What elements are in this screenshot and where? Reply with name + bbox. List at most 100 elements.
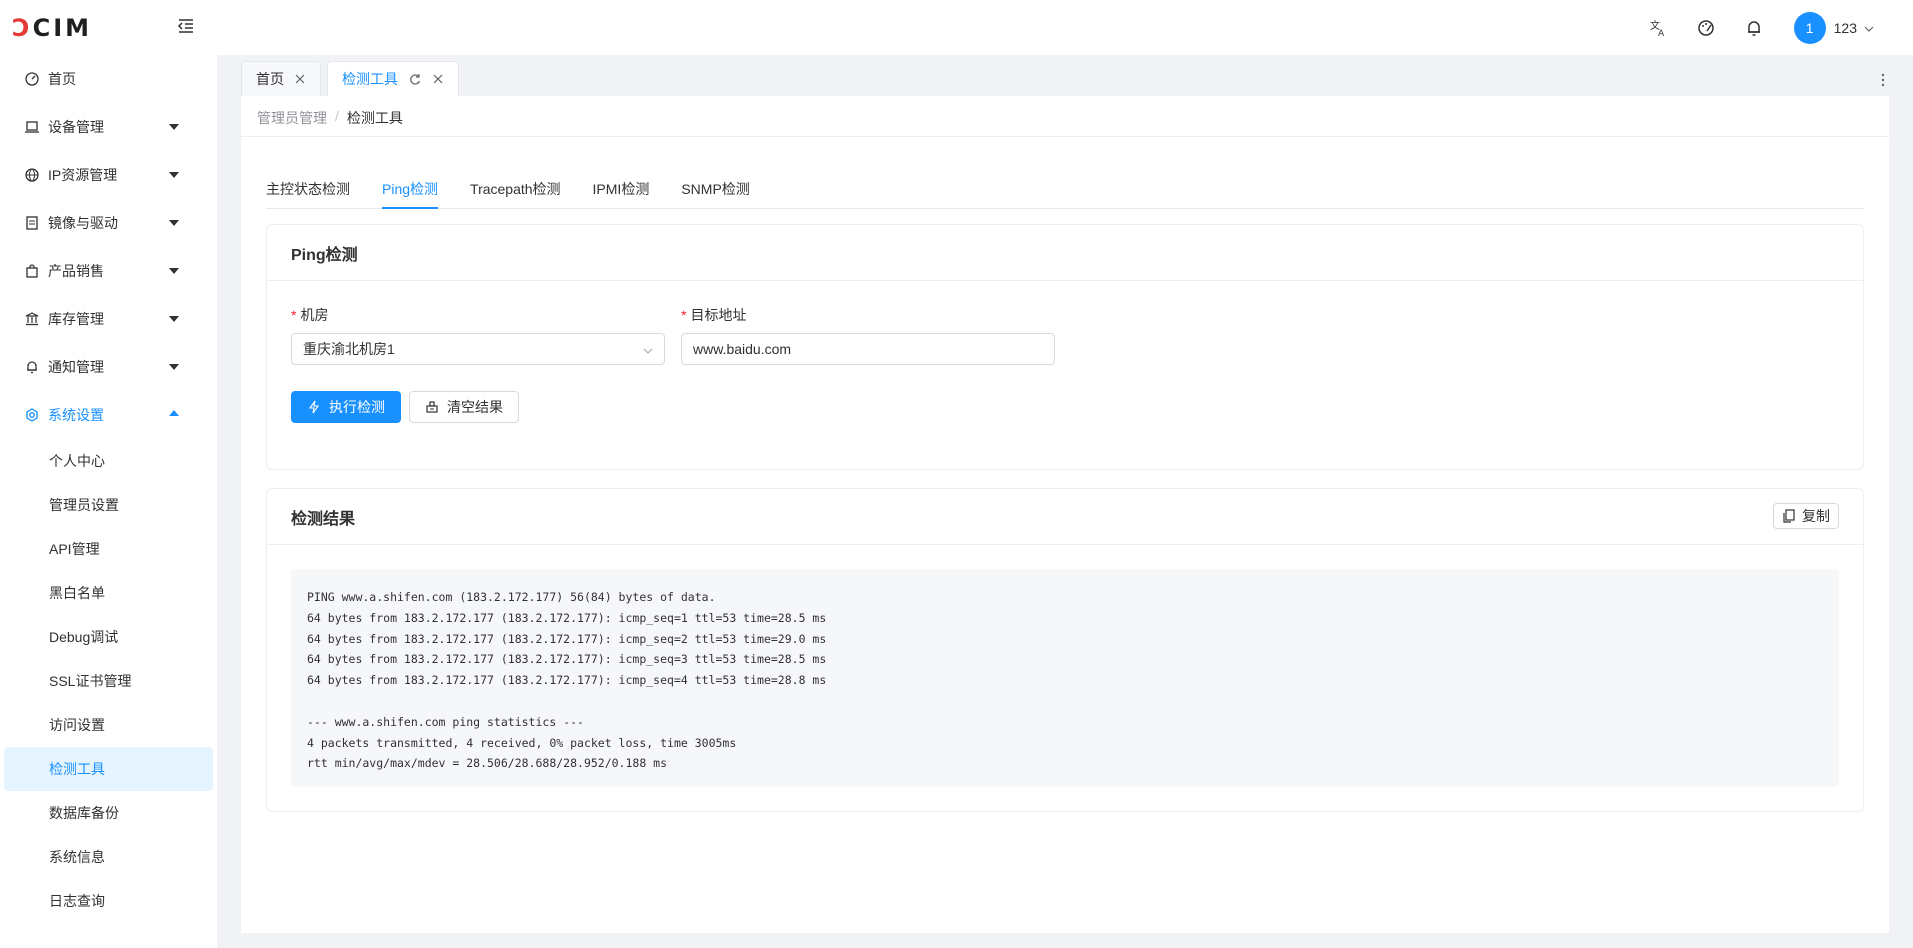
room-select-value: 重庆渝北机房1: [303, 341, 395, 357]
result-line: 4 packets transmitted, 4 received, 0% pa…: [307, 735, 737, 750]
chevron-down-icon: [642, 344, 654, 356]
svg-text:A: A: [1658, 29, 1665, 37]
run-check-label: 执行检测: [329, 399, 385, 415]
collapse-sidebar-icon[interactable]: [176, 16, 196, 36]
result-line: 64 bytes from 183.2.172.177 (183.2.172.1…: [307, 610, 827, 625]
caret-down-icon: [169, 220, 179, 226]
breadcrumb: 管理员管理 / 检测工具: [257, 108, 403, 128]
sidebar-item-devices[interactable]: 设备管理: [0, 103, 217, 151]
run-check-button[interactable]: 执行检测: [291, 391, 401, 423]
room-select[interactable]: 重庆渝北机房1: [291, 333, 665, 365]
sidebar-item-system-settings[interactable]: 系统设置: [0, 391, 217, 439]
laptop-icon: [24, 119, 40, 135]
result-line: --- www.a.shifen.com ping statistics ---: [307, 714, 584, 729]
tab-tracepath[interactable]: Tracepath检测: [470, 176, 577, 208]
app-logo[interactable]: ↃCIM: [12, 14, 92, 42]
caret-down-icon: [169, 124, 179, 130]
theme-palette-icon[interactable]: [1696, 18, 1716, 38]
result-line: 64 bytes from 183.2.172.177 (183.2.172.1…: [307, 673, 827, 688]
tab-ipmi[interactable]: IPMI检测: [593, 176, 666, 208]
tool-tabs: 主控状态检测 Ping检测 Tracepath检测 IPMI检测 SNMP检测: [266, 176, 1864, 209]
copy-button[interactable]: 复制: [1773, 503, 1839, 529]
bell-icon[interactable]: [1744, 18, 1764, 38]
target-address-input[interactable]: www.baidu.com: [681, 333, 1055, 365]
sidebar-item-notifications[interactable]: 通知管理: [0, 343, 217, 391]
sidebar-subitem-admin-settings[interactable]: 管理员设置: [0, 483, 217, 527]
sidebar-item-label: 镜像与驱动: [48, 215, 118, 231]
sidebar-subitem-profile[interactable]: 个人中心: [0, 439, 217, 483]
tab-label: 检测工具: [342, 71, 398, 87]
result-card: 检测结果 复制 PING www.a.shifen.com (183.2.172…: [266, 488, 1864, 812]
avatar[interactable]: 1: [1793, 11, 1826, 44]
shopping-icon: [24, 263, 40, 279]
sidebar-item-label: 首页: [48, 71, 76, 87]
sidebar-subitem-api[interactable]: API管理: [0, 527, 217, 571]
tab-master-status[interactable]: 主控状态检测: [266, 176, 366, 208]
target-field: * 目标地址 www.baidu.com: [681, 305, 1055, 365]
sidebar-item-sales[interactable]: 产品销售: [0, 247, 217, 295]
username[interactable]: 123: [1834, 20, 1857, 36]
sidebar-item-label: 通知管理: [48, 359, 104, 375]
sidebar-subitem-tools[interactable]: 检测工具: [4, 747, 213, 791]
result-line: rtt min/avg/max/mdev = 28.506/28.688/28.…: [307, 756, 668, 771]
sidebar-subitem-logs[interactable]: 日志查询: [0, 879, 217, 923]
caret-down-icon: [169, 364, 179, 370]
sidebar: 首页 设备管理 IP资源管理 镜像与驱动 产品销售 库存管理 通知管理 系统设置…: [0, 55, 217, 948]
thunderbolt-icon: [307, 400, 321, 414]
chevron-down-icon[interactable]: [1863, 22, 1875, 34]
result-line: 64 bytes from 183.2.172.177 (183.2.172.1…: [307, 631, 827, 646]
close-icon[interactable]: [432, 73, 444, 85]
clear-results-button[interactable]: 清空结果: [409, 391, 519, 423]
clear-results-label: 清空结果: [447, 399, 503, 415]
top-header: ↃCIM 文A 1 123: [0, 0, 1913, 55]
tab-home[interactable]: 首页: [241, 61, 321, 96]
result-card-header: 检测结果 复制: [267, 489, 1863, 545]
sidebar-subitem-ssl[interactable]: SSL证书管理: [0, 659, 217, 703]
tab-label: 首页: [256, 71, 284, 87]
dashboard-icon: [24, 71, 40, 87]
refresh-icon[interactable]: [408, 72, 422, 86]
translate-icon[interactable]: 文A: [1648, 18, 1668, 38]
breadcrumb-parent[interactable]: 管理员管理: [257, 108, 327, 128]
sidebar-item-images[interactable]: 镜像与驱动: [0, 199, 217, 247]
sidebar-subitem-access[interactable]: 访问设置: [0, 703, 217, 747]
result-card-title: 检测结果: [291, 510, 356, 528]
divider: [241, 136, 1889, 137]
result-line: 64 bytes from 183.2.172.177 (183.2.172.1…: [307, 652, 827, 667]
file-icon: [24, 215, 40, 231]
sidebar-item-label: 产品销售: [48, 263, 104, 279]
room-field: * 机房 重庆渝北机房1: [291, 305, 665, 365]
tab-ping[interactable]: Ping检测: [382, 176, 454, 209]
sidebar-item-label: 设备管理: [48, 119, 104, 135]
tab-tools[interactable]: 检测工具: [327, 61, 459, 96]
sidebar-item-label: IP资源管理: [48, 167, 118, 183]
sidebar-item-inventory[interactable]: 库存管理: [0, 295, 217, 343]
sidebar-subitem-db-backup[interactable]: 数据库备份: [0, 791, 217, 835]
ping-actions: 执行检测 清空结果: [291, 391, 527, 423]
setting-icon: [24, 407, 40, 423]
sidebar-item-ip[interactable]: IP资源管理: [0, 151, 217, 199]
cloud-icon: [24, 167, 40, 183]
result-line: [307, 691, 1823, 712]
tab-snmp[interactable]: SNMP检测: [681, 176, 765, 208]
more-vertical-icon[interactable]: [1878, 72, 1888, 88]
sidebar-item-label: 库存管理: [48, 311, 104, 327]
clear-icon: [425, 400, 439, 414]
close-icon[interactable]: [294, 73, 306, 85]
system-settings-submenu: 个人中心 管理员设置 API管理 黑白名单 Debug调试 SSL证书管理 访问…: [0, 439, 217, 923]
sidebar-subitem-system-info[interactable]: 系统信息: [0, 835, 217, 879]
sidebar-item-home[interactable]: 首页: [0, 55, 217, 103]
sidebar-subitem-blackwhite-list[interactable]: 黑白名单: [0, 571, 217, 615]
breadcrumb-current: 检测工具: [346, 110, 403, 126]
caret-down-icon: [169, 268, 179, 274]
room-label: * 机房: [291, 307, 329, 323]
bank-icon: [24, 311, 40, 327]
bell-icon: [24, 359, 40, 375]
copy-label: 复制: [1802, 508, 1830, 524]
caret-down-icon: [169, 172, 179, 178]
content-panel: 管理员管理 / 检测工具 主控状态检测 Ping检测 Tracepath检测 I…: [241, 96, 1889, 933]
copy-icon: [1782, 509, 1796, 523]
sidebar-subitem-debug[interactable]: Debug调试: [0, 615, 217, 659]
result-line: PING www.a.shifen.com (183.2.172.177) 56…: [307, 590, 716, 604]
ping-card: Ping检测 * 机房 重庆渝北机房1 * 目标地址 www.baidu.com 执…: [266, 224, 1864, 470]
